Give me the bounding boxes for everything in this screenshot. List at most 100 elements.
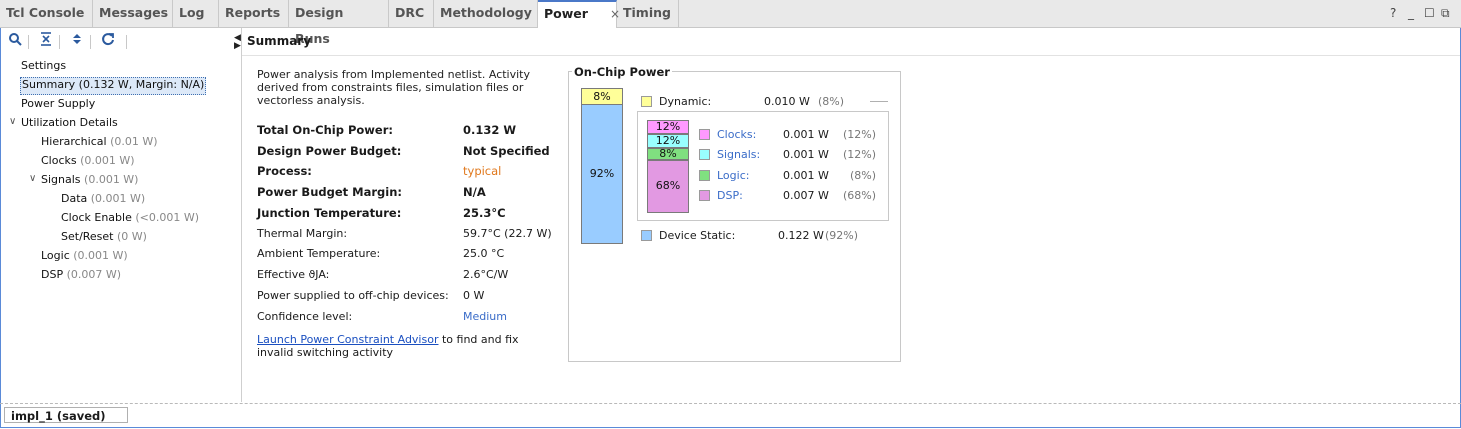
legend-label: Dynamic: [659,95,712,108]
row-label: Design Power Budget: [257,144,402,158]
tree-value: (0.001 W) [90,192,146,205]
launch-power-constraint-advisor-link[interactable]: Launch Power Constraint Advisor [257,333,438,346]
logic-link[interactable]: Logic: [717,169,749,183]
row-label: Total On-Chip Power: [257,123,393,137]
tab-log[interactable]: Log [173,0,219,27]
tree-label: Logic [41,249,70,262]
restore-icon[interactable]: ⧉ [1441,6,1450,21]
tree-item-logic[interactable]: Logic (0.001 W) [41,248,128,264]
divider [242,55,1460,56]
tab-power-label: Power [544,6,588,21]
legend-value: 0.007 W [783,189,829,202]
clocks-bar-segment: 12% [647,120,689,134]
signals-link[interactable]: Signals: [717,148,760,162]
tree-label: Signals [41,173,81,186]
minimize-icon[interactable]: _ [1408,6,1414,20]
page-title: Summary [247,34,312,48]
help-icon[interactable]: ? [1390,6,1396,20]
tree-item-utilization-details[interactable]: Utilization Details [21,115,118,131]
legend-pct: (12%) [843,128,877,141]
tree-item-data[interactable]: Data (0.001 W) [61,191,145,207]
tree-value: (0 W) [117,230,147,243]
bar-label: 68% [655,179,681,192]
row-value: 2.6°C/W [463,268,509,281]
toolbar-divider [126,35,127,49]
legend-device-static: Device Static: 0.122 W (92%) [641,229,871,243]
collapse-all-icon[interactable] [37,32,55,50]
dsp-bar-segment: 68% [647,160,689,213]
tab-drc[interactable]: DRC [389,0,434,27]
swatch-dynamic [641,96,652,107]
tree-label: Set/Reset [61,230,114,243]
tab-bar: Tcl Console Messages Log Reports Design … [0,0,1461,46]
report-tree-panel: Settings Summary (0.132 W, Margin: N/A) … [0,28,242,402]
bar-label: 8% [593,90,611,103]
tree-item-power-supply[interactable]: Power Supply [21,96,95,112]
tree-item-dsp[interactable]: DSP (0.007 W) [41,267,121,283]
row-label: Effective ϑJA: [257,268,330,281]
legend-value: 0.001 W [783,148,829,161]
tab-methodology[interactable]: Methodology [434,0,538,27]
dsp-link[interactable]: DSP: [717,189,743,203]
legend-value: 0.001 W [783,169,829,182]
static-bar-segment: 92% [581,104,623,244]
tab-tcl-console[interactable]: Tcl Console [0,0,93,27]
row-design-power-budget: Design Power Budget: Not Specified [257,143,557,159]
row-label: Process: [257,164,312,178]
legend-pct: (12%) [843,148,877,161]
expand-all-icon[interactable] [68,32,86,50]
swatch-device-static [641,230,652,241]
row-off-chip-power: Power supplied to off-chip devices: 0 W [257,288,557,304]
tab-power[interactable]: Power × [538,0,620,28]
row-value: N/A [463,185,486,199]
tree-item-summary[interactable]: Summary (0.132 W, Margin: N/A) [20,77,207,95]
row-confidence-level: Confidence level: Medium [257,309,557,325]
tree-item-hierarchical[interactable]: Hierarchical (0.01 W) [41,134,158,150]
tab-timing[interactable]: Timing [617,0,679,27]
legend-signals: Signals: 0.001 W (12%) [699,148,884,162]
on-chip-power-title: On-Chip Power [572,65,672,79]
row-value: Not Specified [463,144,550,158]
tree-label: DSP [41,268,64,281]
legend-label: Device Static: [659,229,736,242]
run-status-tab[interactable]: impl_1 (saved) [4,407,128,423]
swatch-dsp [699,190,710,201]
legend-clocks: Clocks: 0.001 W (12%) [699,128,884,142]
tab-reports[interactable]: Reports [219,0,289,27]
tab-messages[interactable]: Messages [93,0,173,27]
tree-item-clock-enable[interactable]: Clock Enable (<0.001 W) [61,210,199,226]
panel-splitter-handle[interactable]: ◀ ▶ [234,34,241,51]
row-label: Junction Temperature: [257,206,402,220]
search-icon[interactable] [6,32,24,50]
tree-item-settings[interactable]: Settings [21,58,66,74]
row-ambient-temperature: Ambient Temperature: 25.0 °C [257,246,557,262]
legend-value: 0.122 W [778,229,824,242]
row-label: Power supplied to off-chip devices: [257,289,449,302]
tree-item-set-reset[interactable]: Set/Reset (0 W) [61,229,147,245]
legend-pct: (8%) [850,169,877,182]
swatch-logic [699,170,710,181]
maximize-icon[interactable]: ☐ [1424,6,1435,20]
legend-value: 0.001 W [783,128,829,141]
clocks-link[interactable]: Clocks: [717,128,756,142]
row-value[interactable]: Medium [463,309,507,325]
status-divider [0,403,1461,404]
row-process: Process: typical [257,163,557,179]
tree-value: (0.001 W) [84,173,139,186]
logic-bar-segment: 8% [647,148,689,160]
tree-item-clocks[interactable]: Clocks (0.001 W) [41,153,135,169]
row-value: 25.0 °C [463,247,505,260]
legend-pct: (68%) [843,189,877,202]
bar-label: 12% [655,134,681,147]
chevron-down-icon[interactable]: ∨ [29,173,36,184]
tree-item-signals[interactable]: Signals (0.001 W) [41,172,138,188]
row-effective-theta-ja: Effective ϑJA: 2.6°C/W [257,267,557,283]
legend-pct: (92%) [825,229,859,242]
connector-line [870,101,888,102]
chevron-down-icon[interactable]: ∨ [9,116,16,127]
row-label: Thermal Margin: [257,227,348,240]
tab-design-runs[interactable]: Design Runs [289,0,389,46]
refresh-icon[interactable] [99,32,117,50]
toolbar-divider [59,35,60,49]
toolbar-divider [28,35,29,49]
